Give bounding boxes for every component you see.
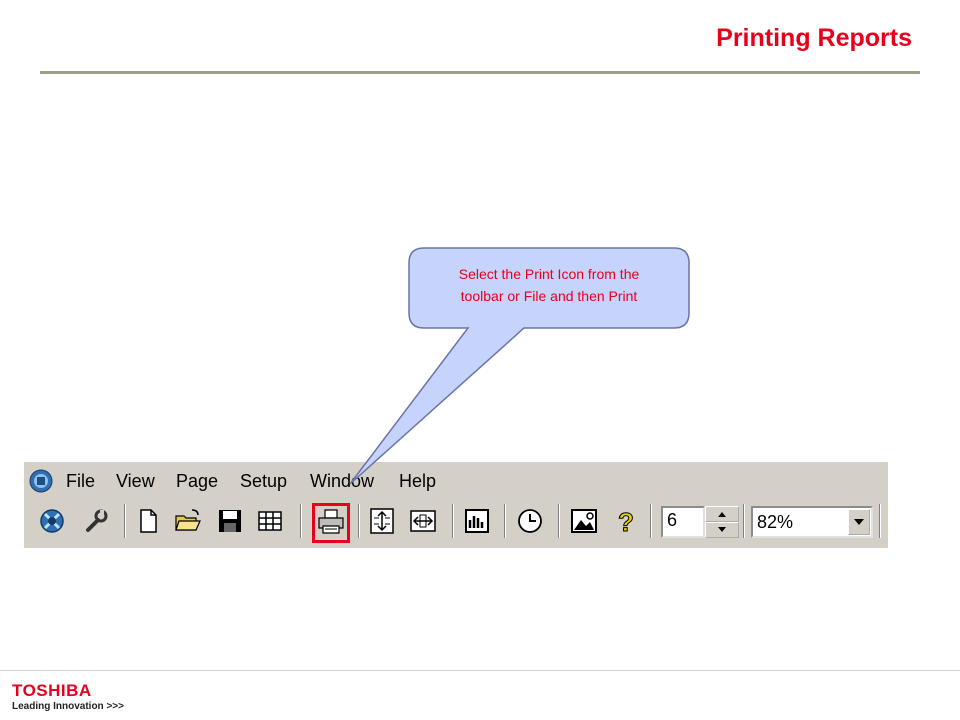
callout-text: Select the Print Icon from the toolbar o…	[410, 263, 688, 307]
help-icon[interactable]: ?	[610, 506, 642, 537]
app-window: File View Page Setup Window Help ? 6 82%	[24, 462, 888, 548]
image-icon[interactable]	[568, 506, 600, 536]
open-folder-icon[interactable]	[172, 506, 204, 536]
callout-line-1: Select the Print Icon from the	[458, 266, 640, 282]
grid-icon[interactable]	[254, 506, 286, 536]
callout-balloon	[349, 247, 690, 485]
toolbar-separator	[504, 504, 506, 538]
menu-setup[interactable]: Setup	[240, 471, 287, 492]
toshiba-logo: TOSHIBA	[12, 681, 92, 700]
menu-bar: File View Page Setup Window Help	[24, 462, 888, 498]
menu-view[interactable]: View	[116, 471, 155, 492]
page-number-input[interactable]: 6	[661, 506, 705, 538]
slide-title: Printing Reports	[716, 24, 912, 52]
logo-tagline: Leading Innovation >>>	[12, 701, 124, 712]
title-divider	[40, 71, 920, 74]
toolbar-separator	[743, 504, 745, 538]
toolbar: ? 6 82%	[24, 500, 888, 548]
toolbar-separator	[558, 504, 560, 538]
clock-icon[interactable]	[514, 506, 546, 536]
zoom-value: 82%	[757, 512, 794, 532]
footer-divider	[0, 670, 960, 671]
toolbar-separator	[650, 504, 652, 538]
new-document-icon[interactable]	[132, 506, 164, 536]
toolbar-separator	[124, 504, 126, 538]
fit-width-icon[interactable]	[407, 506, 439, 536]
save-icon[interactable]	[214, 506, 246, 536]
menu-page[interactable]: Page	[176, 471, 218, 492]
callout-line-2: toolbar or File and then Print	[460, 288, 638, 304]
page-spinner[interactable]: 6	[661, 506, 739, 538]
chevron-down-icon[interactable]	[848, 509, 870, 535]
print-highlight-box	[312, 503, 350, 543]
toolbar-separator	[879, 504, 881, 538]
toolbar-separator	[452, 504, 454, 538]
wrench-icon[interactable]	[80, 506, 112, 536]
fit-height-icon[interactable]	[366, 506, 398, 536]
connect-icon[interactable]	[36, 506, 68, 536]
spin-up-button[interactable]	[705, 506, 739, 522]
zoom-select[interactable]: 82%	[751, 506, 873, 538]
toolbar-separator	[358, 504, 360, 538]
menu-window[interactable]: Window	[310, 471, 374, 492]
report-icon[interactable]	[461, 506, 493, 536]
spin-down-button[interactable]	[705, 522, 739, 538]
menu-file[interactable]: File	[66, 471, 95, 492]
toolbar-separator	[300, 504, 302, 538]
app-logo-icon[interactable]	[29, 469, 53, 493]
menu-help[interactable]: Help	[399, 471, 436, 492]
svg-text:?: ?	[618, 507, 634, 536]
